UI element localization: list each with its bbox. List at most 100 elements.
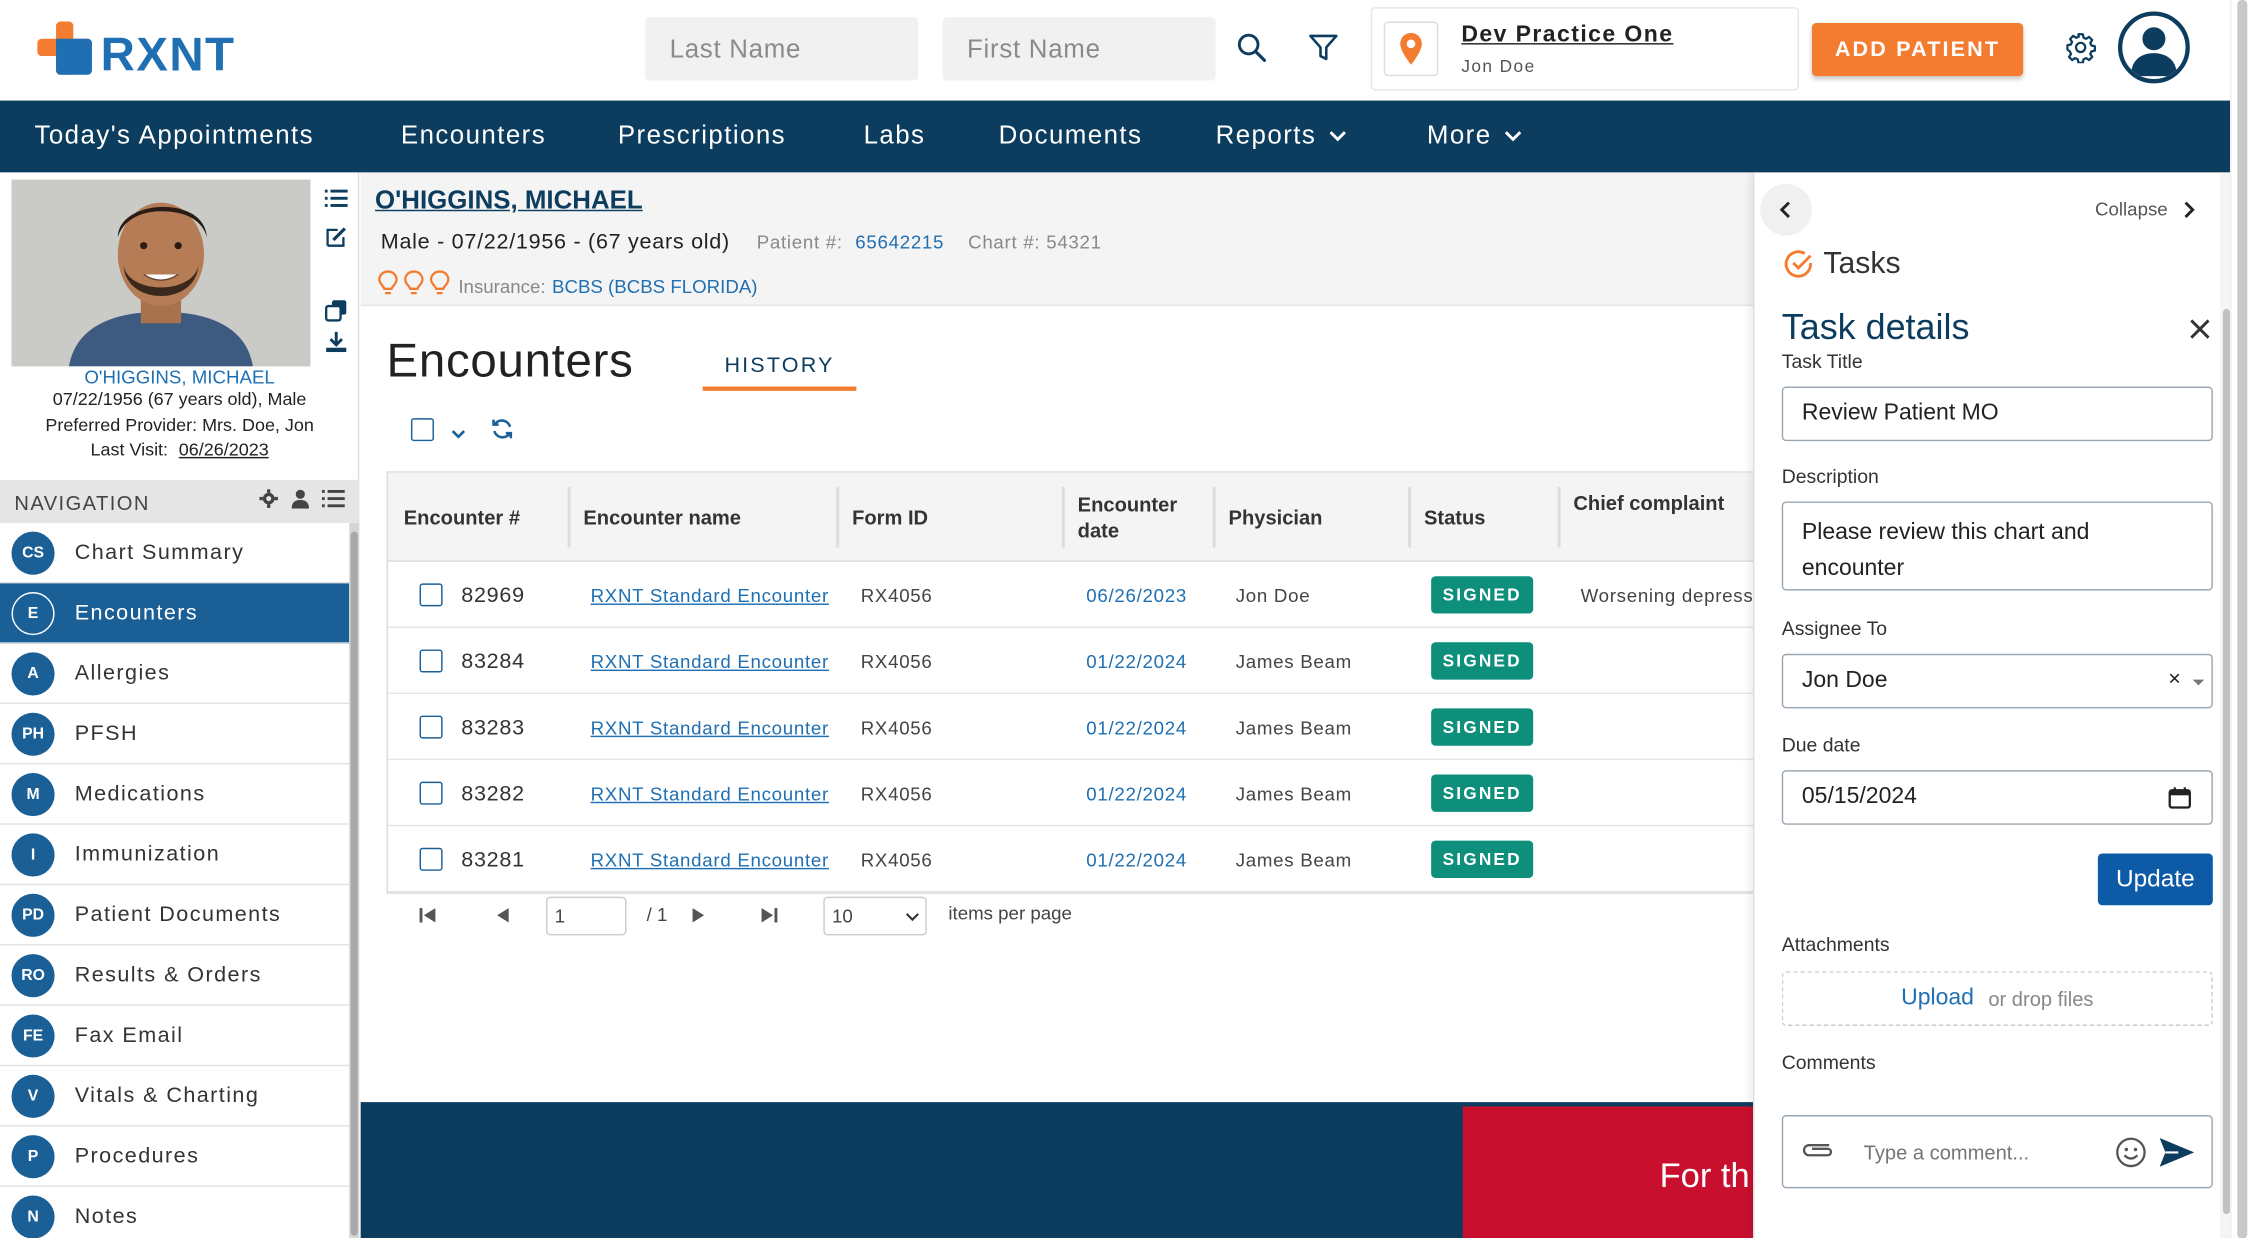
next-page-icon[interactable]: [690, 905, 707, 931]
sidebar-item-allergies[interactable]: A Allergies: [0, 644, 350, 705]
nav-reports[interactable]: Reports: [1216, 121, 1348, 151]
collapse-button[interactable]: Collapse: [2095, 198, 2195, 220]
upload-link[interactable]: Upload: [1901, 986, 1974, 1012]
insurance-value[interactable]: BCBS (BCBS FLORIDA): [552, 276, 758, 298]
emoji-icon[interactable]: [2115, 1137, 2147, 1169]
list-icon[interactable]: [322, 184, 351, 213]
nav-documents[interactable]: Documents: [999, 121, 1143, 151]
due-date-input[interactable]: 05/15/2024: [1781, 770, 2213, 825]
upload-dropzone[interactable]: Upload or drop files: [1781, 971, 2213, 1026]
settings-icon[interactable]: [259, 489, 279, 516]
comment-input[interactable]: [1863, 1135, 2108, 1170]
row-checkbox[interactable]: [419, 847, 443, 871]
person-icon[interactable]: [290, 489, 310, 516]
table-row[interactable]: 82969 RXNT Standard Encounter RX4056 06/26/…: [387, 562, 1754, 628]
practice-selector[interactable]: Dev Practice One Jon Doe: [1370, 7, 1799, 91]
cell-encounter-name[interactable]: RXNT Standard Encounter: [591, 562, 829, 628]
cell-encounter-num[interactable]: 83283: [461, 694, 525, 760]
cell-encounter-name[interactable]: RXNT Standard Encounter: [591, 694, 829, 760]
last-name-input[interactable]: [645, 17, 919, 81]
add-patient-button[interactable]: ADD PATIENT: [1811, 22, 2024, 77]
task-title-input[interactable]: Review Patient MO: [1781, 386, 2213, 442]
nav-list-icon[interactable]: [321, 489, 345, 516]
page-scrollbar[interactable]: [2230, 0, 2253, 1238]
search-icon[interactable]: [1233, 29, 1270, 66]
page-scroll-thumb[interactable]: [2237, 0, 2248, 1238]
patient-header-name[interactable]: O'HIGGINS, MICHAEL: [375, 185, 643, 215]
sidebar-item-results-orders[interactable]: RO Results & Orders: [0, 945, 350, 1006]
patient-name-link[interactable]: O'HIGGINS, MICHAEL: [0, 366, 359, 388]
nav-todays-appointments[interactable]: Today's Appointments: [34, 121, 314, 151]
sidebar-item-procedures[interactable]: P Procedures: [0, 1127, 350, 1187]
cell-encounter-num[interactable]: 83284: [461, 628, 525, 694]
table-row[interactable]: 83284 RXNT Standard Encounter RX4056 01/22/…: [387, 628, 1754, 695]
sidebar-item-encounters[interactable]: E Encounters: [0, 583, 350, 644]
tab-history[interactable]: HISTORY: [702, 345, 857, 391]
col-form-id[interactable]: Form ID: [836, 473, 1062, 562]
paperclip-icon[interactable]: [1800, 1139, 1834, 1159]
col-encounter-date[interactable]: Encounter date: [1062, 473, 1213, 562]
download-icon[interactable]: [322, 328, 351, 357]
description-textarea[interactable]: Please review this chart and encounter: [1781, 501, 2213, 591]
row-checkbox[interactable]: [419, 649, 443, 673]
back-button[interactable]: [1760, 183, 1812, 236]
sidebar-item-fax-email[interactable]: FE Fax Email: [0, 1006, 350, 1067]
first-name-input[interactable]: [942, 17, 1216, 81]
caret-down-icon[interactable]: [2191, 678, 2205, 688]
cell-encounter-num[interactable]: 82969: [461, 562, 525, 628]
cell-encounter-name[interactable]: RXNT Standard Encounter: [591, 760, 829, 826]
sidebar-item-patient-documents[interactable]: PD Patient Documents: [0, 885, 350, 946]
lightbulb-icon[interactable]: [429, 270, 450, 296]
rxnt-logo[interactable]: RXNT: [37, 21, 253, 80]
nav-labs[interactable]: Labs: [864, 121, 926, 151]
col-chief-complaint[interactable]: Chief complaint: [1558, 473, 1756, 562]
close-icon[interactable]: [2188, 318, 2211, 348]
chevron-down-icon[interactable]: [450, 422, 467, 448]
row-checkbox[interactable]: [419, 781, 443, 805]
table-row[interactable]: 83281 RXNT Standard Encounter RX4056 01/22/…: [387, 826, 1754, 893]
refresh-icon[interactable]: [490, 417, 514, 449]
copy-icon[interactable]: [322, 296, 351, 325]
nav-prescriptions[interactable]: Prescriptions: [618, 121, 786, 151]
update-button[interactable]: Update: [2097, 853, 2213, 906]
sidebar-item-immunization[interactable]: I Immunization: [0, 825, 350, 886]
nav-encounters[interactable]: Encounters: [401, 121, 546, 151]
task-panel-scroll-thumb[interactable]: [2222, 308, 2231, 1215]
clear-icon[interactable]: ×: [2168, 667, 2181, 691]
lightbulb-icon[interactable]: [404, 270, 424, 296]
sidebar-item-vitals-charting[interactable]: V Vitals & Charting: [0, 1066, 350, 1127]
prev-page-icon[interactable]: [494, 905, 511, 931]
sidebar-item-pfsh[interactable]: PH PFSH: [0, 704, 350, 765]
assignee-select[interactable]: Jon Doe ×: [1781, 653, 2213, 709]
per-page-select[interactable]: 10: [823, 896, 927, 936]
last-visit-date[interactable]: 06/26/2023: [179, 440, 269, 460]
send-icon[interactable]: [2158, 1137, 2195, 1169]
cell-encounter-name[interactable]: RXNT Standard Encounter: [591, 826, 829, 892]
calendar-icon[interactable]: [2168, 786, 2191, 809]
user-avatar[interactable]: [2117, 11, 2190, 84]
first-page-icon[interactable]: [418, 905, 438, 931]
sidebar-item-chart-summary[interactable]: CS Chart Summary: [0, 523, 350, 584]
gear-icon[interactable]: [2062, 29, 2099, 66]
promo-banner-red[interactable]: For th: [1462, 1106, 1765, 1238]
table-row[interactable]: 83283 RXNT Standard Encounter RX4056 01/22/…: [387, 694, 1754, 761]
table-row[interactable]: 83282 RXNT Standard Encounter RX4056 01/22/…: [387, 760, 1754, 827]
filter-icon[interactable]: [1305, 29, 1342, 66]
col-encounter-name[interactable]: Encounter name: [568, 473, 837, 562]
page-number-input[interactable]: 1: [546, 896, 627, 936]
sidebar-item-medications[interactable]: M Medications: [0, 764, 350, 825]
row-checkbox[interactable]: [419, 583, 443, 607]
patient-num[interactable]: 65642215: [855, 231, 944, 253]
sidebar-scroll-thumb[interactable]: [350, 531, 358, 1236]
cell-encounter-num[interactable]: 83281: [461, 826, 525, 892]
row-checkbox[interactable]: [419, 715, 443, 739]
lightbulb-icon[interactable]: [378, 270, 398, 296]
cell-encounter-num[interactable]: 83282: [461, 760, 525, 826]
col-encounter-num[interactable]: Encounter #: [388, 473, 568, 562]
nav-more[interactable]: More: [1427, 121, 1523, 151]
sidebar-item-notes[interactable]: N Notes: [0, 1187, 349, 1238]
col-status[interactable]: Status: [1408, 473, 1557, 562]
cell-encounter-name[interactable]: RXNT Standard Encounter: [591, 628, 829, 694]
last-page-icon[interactable]: [759, 905, 779, 931]
col-physician[interactable]: Physician: [1213, 473, 1408, 562]
